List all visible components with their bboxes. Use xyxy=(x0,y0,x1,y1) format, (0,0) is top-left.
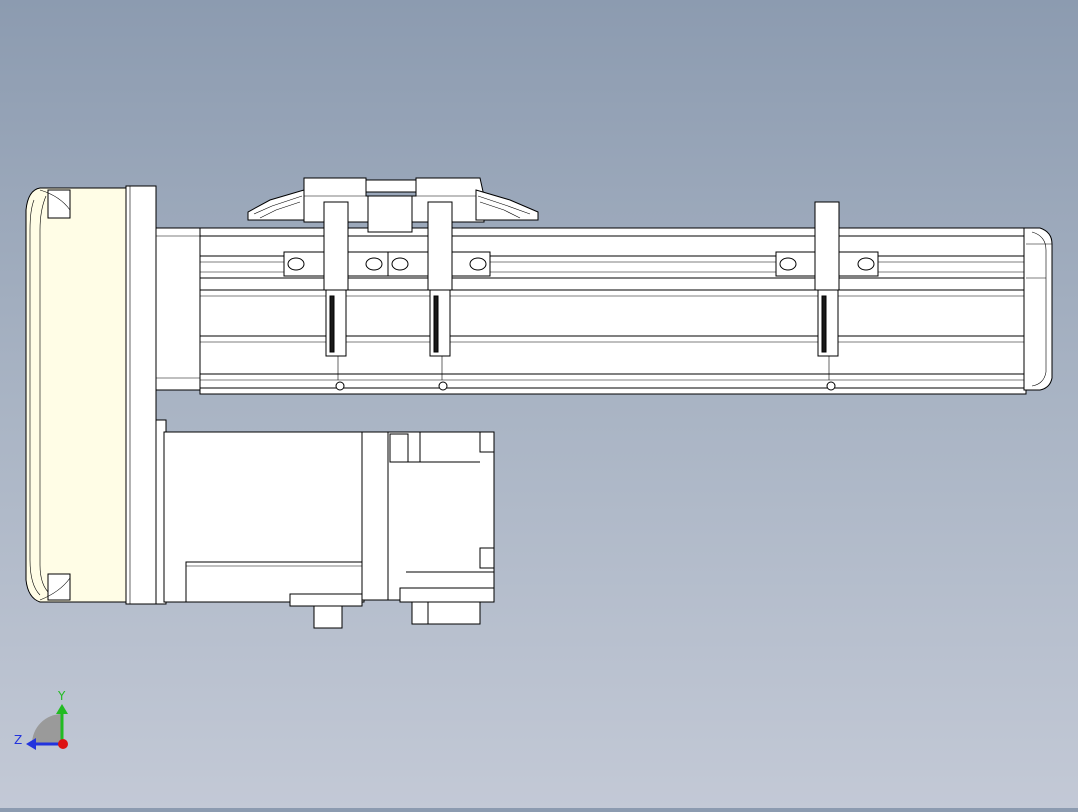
triad-plane-icon xyxy=(32,714,62,744)
y-axis-label: Y xyxy=(57,689,66,703)
end-housing xyxy=(25,187,129,603)
carriage xyxy=(247,177,539,233)
z-axis-arrowhead xyxy=(26,738,36,750)
coordinate-triad: Y Z xyxy=(14,689,68,750)
cad-drawing: Y Z xyxy=(14,177,1053,750)
z-axis-label: Z xyxy=(14,733,22,747)
cad-viewport[interactable]: Y Z xyxy=(0,0,1078,808)
y-axis-arrowhead xyxy=(56,704,68,714)
x-axis-point xyxy=(58,739,68,749)
motor xyxy=(163,431,495,603)
